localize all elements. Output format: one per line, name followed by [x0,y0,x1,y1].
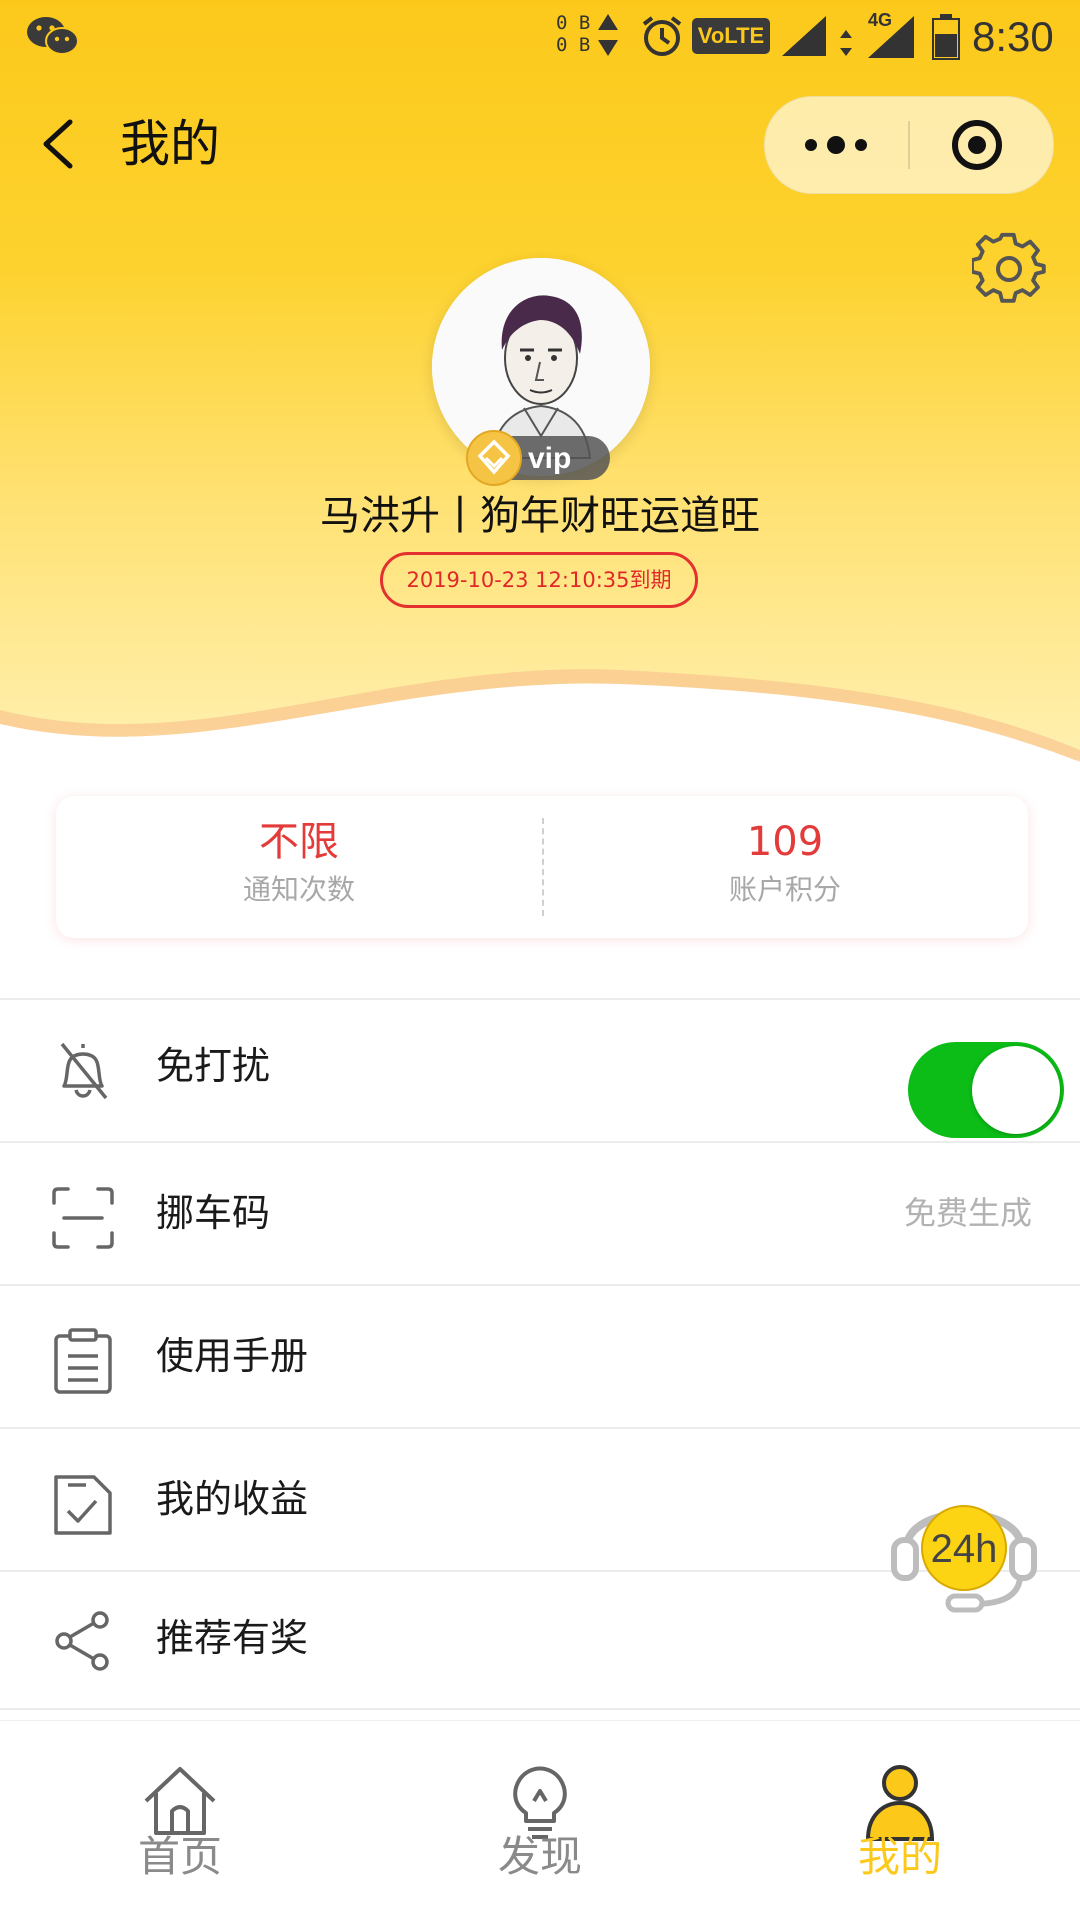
bell-off-icon [60,1042,108,1100]
mini-program-capsule [764,96,1054,194]
share-icon [55,1611,109,1671]
username: 马洪升丨狗年财旺运道旺 [320,493,760,539]
settings-gear-icon[interactable] [972,232,1046,306]
menu-label: 推荐有奖 [156,1616,309,1660]
menu-label: 我的收益 [156,1477,309,1521]
scan-icon [52,1187,114,1249]
svg-text:vip: vip [528,442,571,475]
stat-label: 通知次数 [242,873,355,906]
stat-value: 109 [746,819,824,865]
tab-label: 首页 [137,1832,222,1881]
battery-icon [932,14,960,60]
vip-badge[interactable]: vip [466,430,614,486]
svg-text:24h: 24h [931,1527,998,1571]
tab-home[interactable]: 首页 [0,1721,360,1921]
tab-mine[interactable]: 我的 [720,1721,1080,1921]
stat-account-points[interactable]: 109 账户积分 [542,796,1028,938]
menu-right-hint: 免费生成 [903,1194,1032,1232]
back-button[interactable] [36,112,80,176]
wechat-icon [27,17,79,55]
menu-item-user-manual[interactable]: 使用手册 [0,1286,1080,1429]
menu-item-move-car-code[interactable]: 挪车码 免费生成 [0,1143,1080,1286]
data-arrows-icon [598,14,618,56]
do-not-disturb-toggle[interactable] [908,1042,1064,1138]
more-dots-icon [805,136,867,154]
header-wave [0,669,1080,770]
clipboard-icon [54,1328,112,1394]
vip-expiry-badge: 2019-10-23 12:10:35到期 [380,552,698,608]
status-bar: 0 B 0 B VoLTE 4G 8:30 [0,0,1080,76]
svg-text:4G: 4G [868,10,892,30]
stat-label: 账户积分 [728,873,841,906]
checklist-icon [54,1475,112,1535]
toggle-knob [972,1046,1060,1134]
bottom-tab-bar: 首页 发现 我的 [0,1720,1080,1921]
target-close-icon [952,120,1002,170]
alarm-icon [642,16,682,56]
support-24h-button[interactable]: 24h [888,1474,1040,1614]
menu-label: 使用手册 [156,1334,309,1378]
stats-card: 不限 通知次数 109 账户积分 [56,796,1028,938]
close-button[interactable] [910,97,1053,193]
signal-icon [782,16,826,56]
stat-notification-count[interactable]: 不限 通知次数 [56,796,542,938]
page-title: 我的 [120,115,220,173]
tab-label: 我的 [857,1832,942,1881]
stat-value: 不限 [259,819,339,865]
menu-item-do-not-disturb[interactable]: 免打扰 [0,1000,1080,1143]
network-speed: 0 B 0 B [556,12,591,56]
tab-label: 发现 [497,1832,582,1881]
menu-label: 挪车码 [156,1191,271,1235]
volte-badge: VoLTE [692,18,770,54]
more-button[interactable] [765,97,908,193]
signal-4g-icon: 4G [840,10,914,58]
menu-label: 免打扰 [156,1044,271,1088]
status-time: 8:30 [972,13,1054,60]
tab-discover[interactable]: 发现 [360,1721,720,1921]
